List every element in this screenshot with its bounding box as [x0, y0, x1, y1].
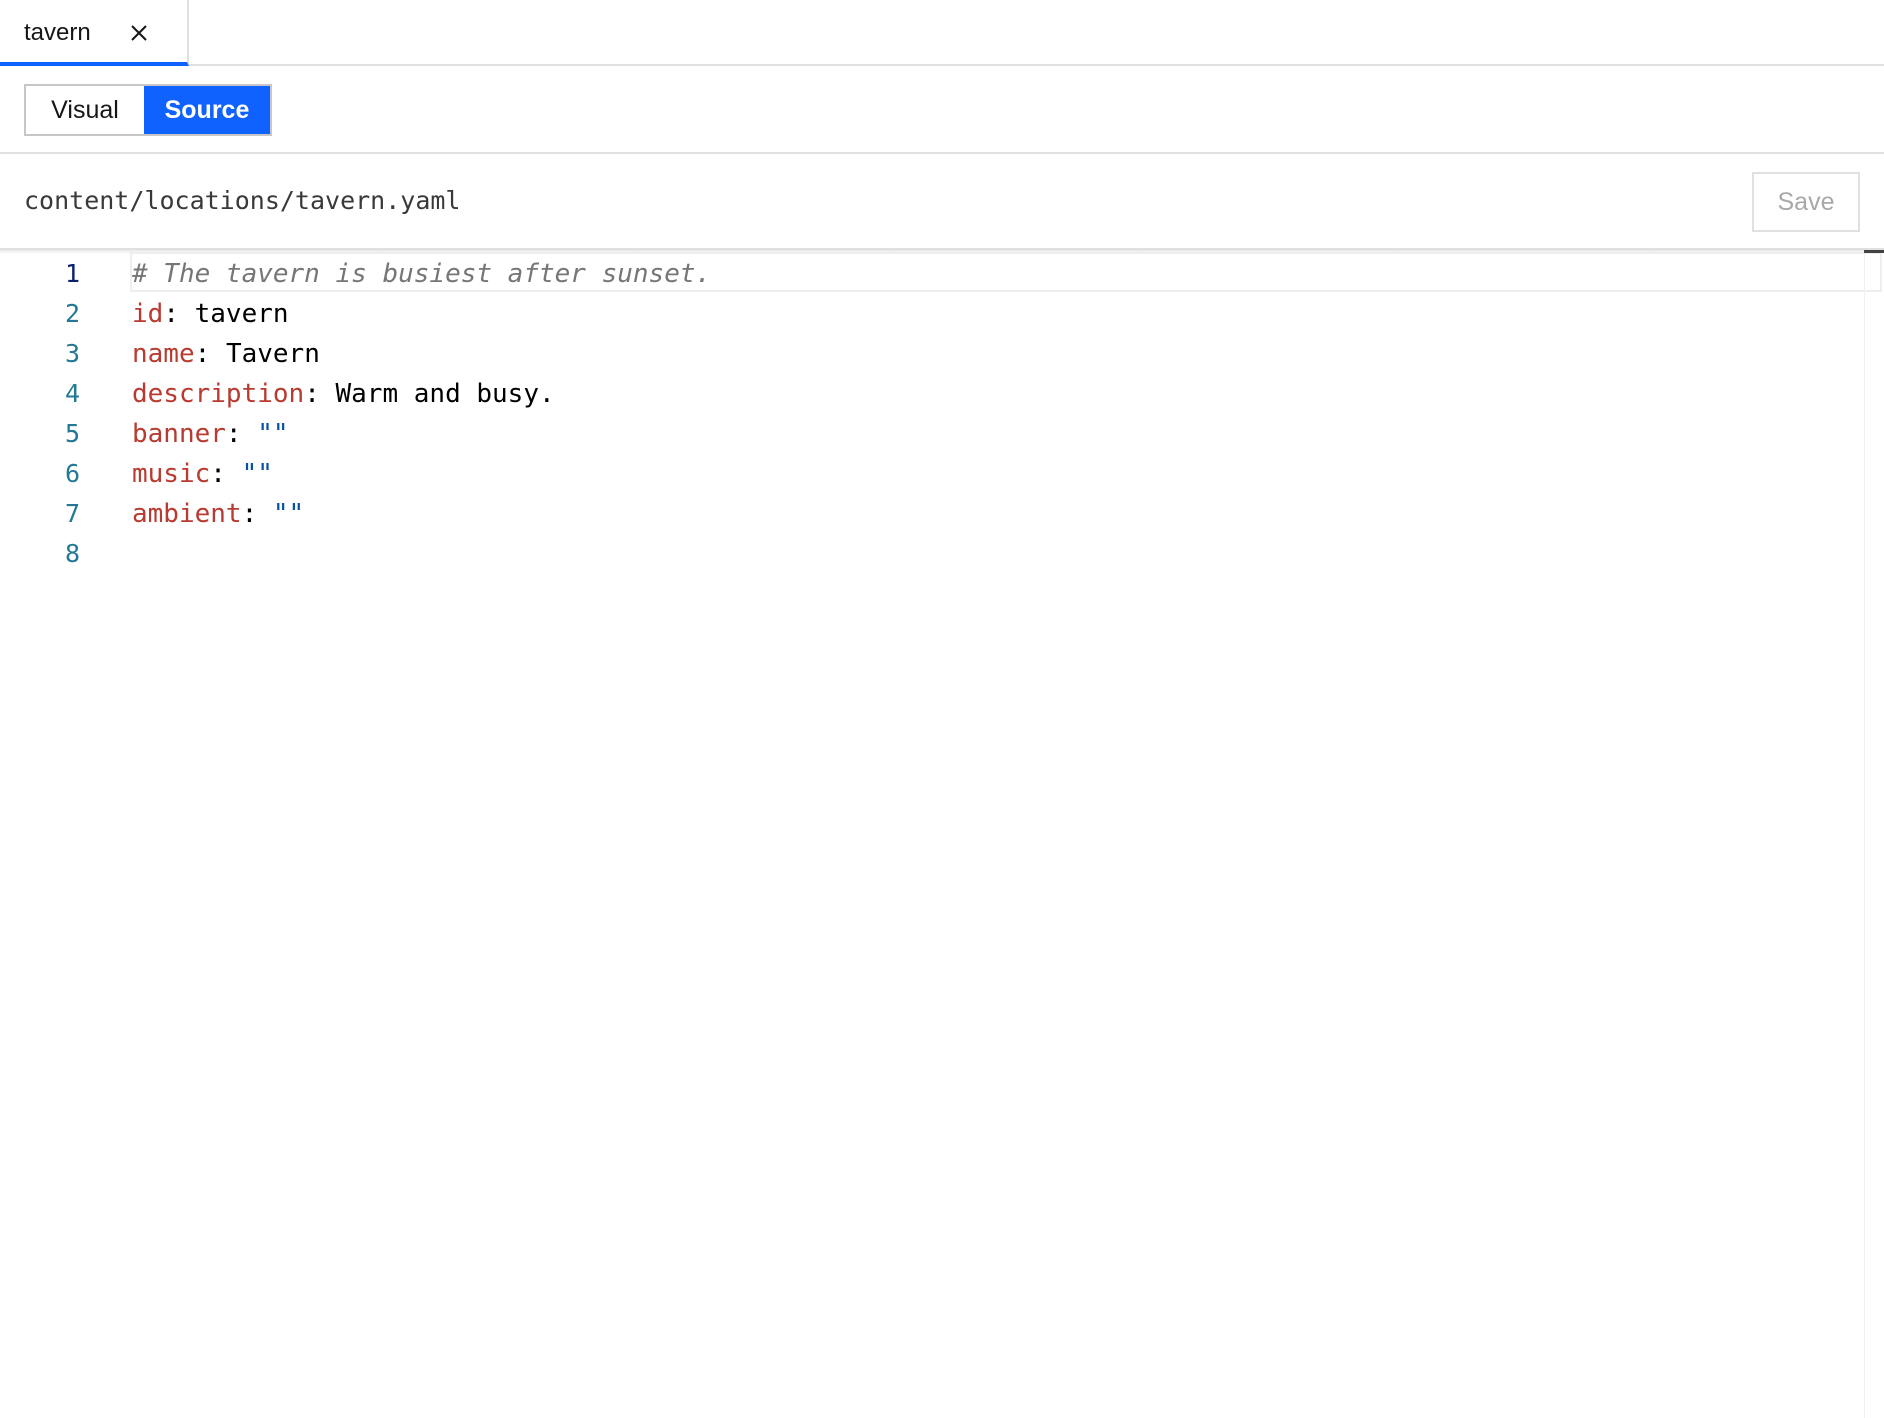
yaml-separator: :	[194, 339, 226, 369]
yaml-value: tavern	[194, 299, 289, 329]
yaml-key: music	[132, 459, 211, 489]
yaml-comment: # The tavern is busiest after sunset.	[132, 259, 712, 289]
yaml-key: name	[132, 339, 195, 369]
line-number: 8	[64, 539, 80, 568]
yaml-key: id	[132, 299, 164, 329]
line-number: 1	[64, 259, 80, 288]
yaml-separator: :	[210, 459, 242, 489]
line-number: 7	[64, 499, 80, 528]
code-text: ambient: ""	[132, 494, 304, 534]
line-number: 4	[64, 379, 80, 408]
close-icon[interactable]	[126, 20, 152, 46]
code-line[interactable]: 2 id: tavern	[0, 294, 1860, 334]
yaml-string: ""	[257, 419, 289, 449]
yaml-key: ambient	[132, 499, 242, 529]
code-text: description: Warm and busy.	[132, 374, 555, 414]
line-number: 3	[64, 339, 80, 368]
yaml-separator: :	[241, 499, 273, 529]
yaml-separator: :	[304, 379, 336, 409]
yaml-string: ""	[241, 459, 273, 489]
code-text: banner: ""	[132, 414, 289, 454]
line-number: 5	[64, 419, 80, 448]
line-number: 2	[64, 299, 80, 328]
yaml-separator: :	[225, 419, 258, 449]
code-line[interactable]: 4 description: Warm and busy.	[0, 374, 1860, 414]
file-header: content/locations/tavern.yaml Save	[0, 154, 1884, 250]
tab-tavern[interactable]: tavern	[0, 0, 189, 66]
code-text: # The tavern is busiest after sunset.	[132, 254, 711, 294]
code-text: id: tavern	[132, 294, 289, 334]
code-line[interactable]: 3 name: Tavern	[0, 334, 1860, 374]
view-mode-switcher: Visual Source	[24, 84, 272, 136]
tab-bar: tavern	[0, 0, 1884, 66]
view-toggle-row: Visual Source	[0, 66, 1884, 154]
yaml-string: ""	[272, 499, 305, 529]
code-text: name: Tavern	[132, 334, 320, 374]
code-line[interactable]: 5 banner: ""	[0, 414, 1860, 454]
code-line[interactable]: 1 # The tavern is busiest after sunset.	[0, 254, 1860, 294]
yaml-key: banner	[132, 419, 226, 449]
code-text: music: ""	[132, 454, 273, 494]
code-line[interactable]: 7 ambient: ""	[0, 494, 1860, 534]
file-path: content/locations/tavern.yaml	[24, 186, 461, 215]
code-line[interactable]: 8	[0, 534, 1860, 574]
code-editor[interactable]: 1 # The tavern is busiest after sunset. …	[0, 250, 1884, 1418]
line-number: 6	[64, 459, 80, 488]
yaml-value: Warm and busy.	[335, 379, 555, 409]
yaml-separator: :	[163, 299, 195, 329]
scrollbar-cursor-marker	[1864, 250, 1884, 253]
yaml-editor-app: tavern Visual Source content/locations/t…	[0, 0, 1884, 1418]
yaml-key: description	[132, 379, 305, 409]
save-button[interactable]: Save	[1752, 172, 1860, 232]
visual-mode-button[interactable]: Visual	[26, 86, 144, 134]
tab-label: tavern	[24, 19, 91, 46]
code-line[interactable]: 6 music: ""	[0, 454, 1860, 494]
source-mode-button[interactable]: Source	[144, 86, 270, 134]
yaml-value: Tavern	[225, 339, 320, 369]
editor-scrollbar[interactable]	[1864, 250, 1884, 1418]
